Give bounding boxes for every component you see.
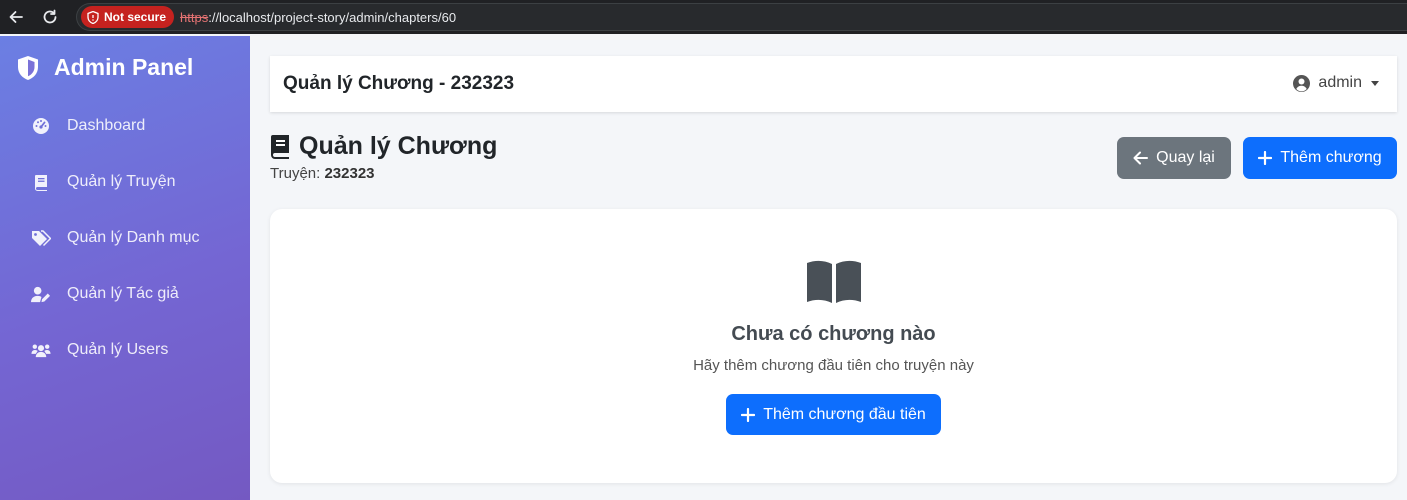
page-header: Quản lý Chương Truyện: 232323 <box>270 132 497 182</box>
address-bar[interactable]: Not secure https://localhost/project-sto… <box>76 3 1407 31</box>
add-chapter-label: Thêm chương <box>1280 149 1382 166</box>
warning-shield-icon <box>87 10 99 24</box>
sidebar-item-label: Quản lý Tác giả <box>67 285 179 302</box>
sidebar-item-label: Quản lý Users <box>67 341 169 358</box>
book-icon <box>271 134 289 159</box>
user-circle-icon <box>1293 74 1311 92</box>
url-path: ://localhost/project-story/admin/chapter… <box>208 9 457 25</box>
arrow-left-icon <box>1133 151 1149 165</box>
story-name: 232323 <box>324 165 375 182</box>
sidebar-item-users[interactable]: Quản lý Users <box>0 322 250 378</box>
not-secure-badge[interactable]: Not secure <box>81 6 175 28</box>
tachometer-icon <box>31 116 51 136</box>
add-first-chapter-label: Thêm chương đầu tiên <box>763 405 926 423</box>
sidebar-item-authors[interactable]: Quản lý Tác giả <box>0 266 250 322</box>
brand[interactable]: Admin Panel <box>16 54 193 81</box>
sidebar-item-label: Dashboard <box>67 117 146 134</box>
sidebar-item-label: Quản lý Truyện <box>67 173 176 190</box>
add-chapter-button[interactable]: Thêm chương <box>1243 137 1397 179</box>
sidebar-menu: Dashboard Quản lý Truyện Quản lý Danh mụ… <box>0 98 250 378</box>
back-to-stories-button[interactable]: Quay lại <box>1117 137 1231 179</box>
navbar-title: Quản lý Chương - 232323 <box>283 73 515 94</box>
browser-toolbar: Not secure https://localhost/project-sto… <box>0 0 1407 34</box>
sidebar-item-label: Quản lý Danh mục <box>67 229 200 246</box>
reload-icon <box>43 9 57 24</box>
sidebar-item-stories[interactable]: Quản lý Truyện <box>0 154 250 210</box>
brand-label: Admin Panel <box>54 54 194 80</box>
page-title-text: Quản lý Chương <box>299 132 498 160</box>
caret-down-icon <box>1371 80 1379 86</box>
arrow-left-icon <box>9 11 23 23</box>
username: admin <box>1318 74 1362 91</box>
url-scheme: https <box>180 9 209 25</box>
empty-state-description: Hãy thêm chương đầu tiên cho truyện này <box>693 357 974 374</box>
top-navbar: Quản lý Chương - 232323 admin <box>270 56 1397 112</box>
shield-icon <box>18 55 38 80</box>
not-secure-label: Not secure <box>104 10 167 24</box>
story-subtitle: Truyện: 232323 <box>270 165 497 182</box>
story-label: Truyện: <box>270 165 321 182</box>
url-text[interactable]: https://localhost/project-story/admin/ch… <box>180 10 456 25</box>
add-first-chapter-button[interactable]: Thêm chương đầu tiên <box>726 394 941 435</box>
chapters-card: Chưa có chương nào Hãy thêm chương đầu t… <box>270 209 1397 483</box>
users-icon <box>31 340 51 360</box>
page-title: Quản lý Chương <box>270 132 497 161</box>
empty-state-title: Chưa có chương nào <box>731 323 936 345</box>
sidebar-item-categories[interactable]: Quản lý Danh mục <box>0 210 250 266</box>
user-edit-icon <box>31 284 51 304</box>
reload-button[interactable] <box>40 7 60 27</box>
book-icon <box>31 172 51 192</box>
sidebar: Admin Panel Dashboard Quản lý Truyện Quả… <box>0 36 250 500</box>
back-button-label: Quay lại <box>1156 149 1215 166</box>
book-open-icon <box>807 260 861 303</box>
tags-icon <box>31 228 51 248</box>
sidebar-item-dashboard[interactable]: Dashboard <box>0 98 250 154</box>
back-button[interactable] <box>6 7 26 27</box>
plus-icon <box>1258 151 1273 165</box>
user-dropdown[interactable]: admin <box>1293 74 1379 92</box>
plus-icon <box>741 407 756 422</box>
